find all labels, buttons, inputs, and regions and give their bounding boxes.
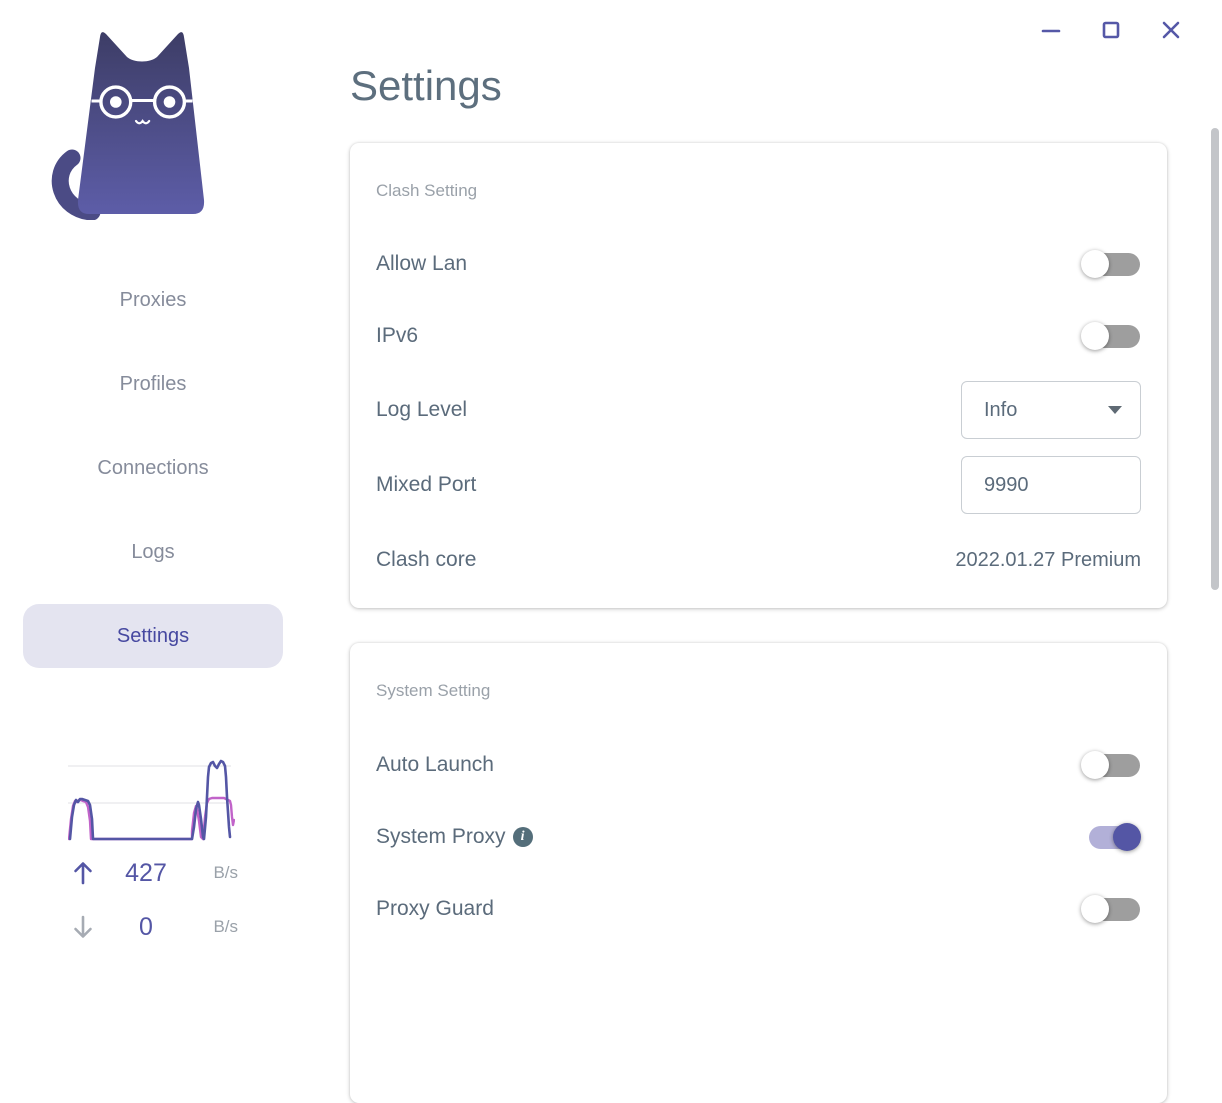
traffic-graph [68,759,235,841]
mixed-port-input[interactable] [961,456,1141,514]
page-title: Settings [350,62,502,109]
sidebar-item-logs[interactable]: Logs [23,520,283,584]
download-arrow-icon [74,915,92,938]
setting-row-allow-lan: Allow Lan [376,228,1141,300]
proxy-guard-toggle[interactable] [1081,895,1141,923]
clash-cat-logo [51,32,205,220]
sidebar-item-settings[interactable]: Settings [23,604,283,668]
window-controls [1037,16,1185,44]
toggle-thumb [1081,895,1109,923]
setting-label: System Proxy i [376,825,533,849]
setting-label: Proxy Guard [376,897,494,920]
setting-label: Allow Lan [376,252,468,275]
sidebar-item-proxies[interactable]: Proxies [23,268,283,332]
sidebar-nav: Proxies Profiles Connections Logs Settin… [0,268,306,688]
scrollbar[interactable] [1211,128,1219,590]
cat-left-eye [110,96,122,108]
setting-row-clash-core: Clash core 2022.01.27 Premium [376,524,1141,596]
clash-core-value: 2022.01.27 Premium [955,548,1141,571]
system-setting-card: System Setting Auto Launch System Proxy … [350,643,1167,1103]
toggle-thumb [1081,322,1109,350]
auto-launch-toggle[interactable] [1081,751,1141,779]
toggle-thumb [1113,823,1141,851]
setting-row-log-level: Log Level Info [376,374,1141,446]
upload-value: 427 [125,858,167,887]
setting-label: Clash core [376,548,477,571]
section-title: Clash Setting [376,181,478,200]
system-proxy-toggle[interactable] [1081,823,1141,851]
minimize-icon [1041,29,1061,33]
upload-arrow-icon [74,862,92,885]
select-value: Info [984,398,1018,421]
close-button[interactable] [1157,16,1185,44]
allow-lan-toggle[interactable] [1081,250,1141,278]
close-icon [1162,21,1180,39]
toggle-thumb [1081,250,1109,278]
toggle-thumb [1081,751,1109,779]
download-unit: B/s [213,917,238,936]
setting-row-ipv6: IPv6 [376,300,1141,372]
setting-label-text: System Proxy [376,825,506,848]
setting-label: Log Level [376,398,468,421]
sidebar: Proxies Profiles Connections Logs Settin… [0,0,306,956]
maximize-icon [1102,21,1120,39]
setting-row-system-proxy: System Proxy i [376,801,1141,873]
setting-label: Auto Launch [376,753,494,776]
section-title: System Setting [376,681,491,700]
info-icon[interactable]: i [512,827,533,847]
cat-right-eye [163,96,176,108]
minimize-button[interactable] [1037,16,1065,44]
setting-label: Mixed Port [376,473,477,496]
download-stat-row: 0 B/s [70,911,238,943]
download-value: 0 [139,912,153,941]
upload-unit: B/s [213,863,238,882]
sidebar-item-connections[interactable]: Connections [23,436,283,500]
maximize-button[interactable] [1097,16,1125,44]
upload-line [68,759,232,841]
chevron-down-icon [1108,406,1122,414]
setting-row-auto-launch: Auto Launch [376,729,1141,801]
log-level-select[interactable]: Info [961,381,1141,439]
sidebar-item-profiles[interactable]: Profiles [23,352,283,416]
setting-row-mixed-port: Mixed Port [376,449,1141,521]
setting-row-proxy-guard: Proxy Guard [376,873,1141,945]
clash-setting-card: Clash Setting Allow Lan IPv6 Log Level I… [350,143,1167,608]
setting-label: IPv6 [376,324,419,347]
upload-stat-row: 427 B/s [70,857,238,889]
ipv6-toggle[interactable] [1081,322,1141,350]
